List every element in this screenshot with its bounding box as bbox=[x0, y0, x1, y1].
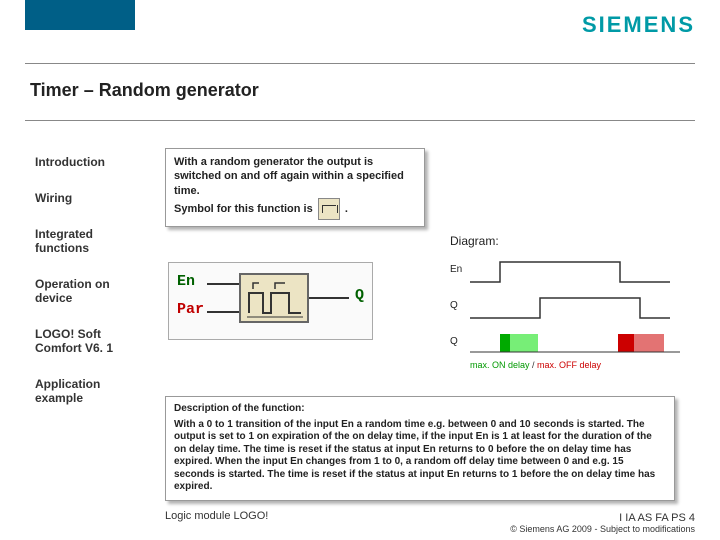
intro-text-line1: With a random generator the output is sw… bbox=[174, 155, 416, 198]
divider-top bbox=[25, 63, 695, 64]
footer-code: I IA AS FA PS 4 bbox=[510, 512, 695, 524]
random-generator-symbol-icon bbox=[318, 198, 340, 220]
random-generator-block-icon bbox=[239, 273, 309, 323]
sidebar: Introduction Wiring Integrated functions… bbox=[35, 155, 150, 405]
sidebar-item-wiring[interactable]: Wiring bbox=[35, 191, 150, 205]
header-accent-block bbox=[25, 0, 135, 30]
timing-row-q2: Q bbox=[450, 326, 680, 356]
description-body: With a 0 to 1 transition of the input En… bbox=[174, 419, 655, 493]
timing-en-waveform bbox=[470, 254, 670, 290]
footer-right: I IA AS FA PS 4 © Siemens AG 2009 - Subj… bbox=[510, 512, 695, 534]
description-callout: Description of the function: With a 0 to… bbox=[165, 396, 675, 501]
timing-q1-label: Q bbox=[450, 300, 458, 311]
fb-wire-en bbox=[207, 283, 239, 285]
timing-diagram: En Q Q max. ON delay / max. OFF delay bbox=[450, 254, 680, 370]
description-heading: Description of the function: bbox=[174, 403, 666, 416]
intro-callout: With a random generator the output is sw… bbox=[165, 148, 425, 227]
timing-q2-label: Q bbox=[450, 336, 458, 347]
footer-left: Logic module LOGO! bbox=[165, 510, 268, 522]
function-block-diagram: En Par Q bbox=[168, 262, 373, 340]
footer-copyright: © Siemens AG 2009 - Subject to modificat… bbox=[510, 524, 695, 534]
fb-input-par-label: Par bbox=[177, 301, 204, 318]
random-waveform-icon bbox=[241, 275, 311, 325]
timing-en-label: En bbox=[450, 264, 462, 275]
fb-output-q-label: Q bbox=[355, 287, 364, 304]
sidebar-item-application-example[interactable]: Application example bbox=[35, 377, 150, 405]
fb-wire-par bbox=[207, 311, 239, 313]
sidebar-item-introduction[interactable]: Introduction bbox=[35, 155, 150, 169]
timing-row-q1: Q bbox=[450, 290, 680, 326]
fb-wire-q bbox=[309, 297, 349, 299]
brand-logo: SIEMENS bbox=[582, 12, 695, 38]
sidebar-item-integrated-functions[interactable]: Integrated functions bbox=[35, 227, 150, 255]
page-title: Timer – Random generator bbox=[30, 80, 259, 101]
fb-input-en-label: En bbox=[177, 273, 195, 290]
timing-row-en: En bbox=[450, 254, 680, 290]
timing-q1-waveform bbox=[470, 290, 670, 326]
legend-sep: / bbox=[530, 360, 538, 370]
divider-under-title bbox=[25, 120, 695, 121]
sidebar-item-logo-soft-comfort[interactable]: LOGO! Soft Comfort V6. 1 bbox=[35, 327, 150, 355]
legend-on-delay: max. ON delay bbox=[470, 360, 530, 370]
sidebar-item-operation-on-device[interactable]: Operation on device bbox=[35, 277, 150, 305]
diagram-label: Diagram: bbox=[450, 234, 499, 248]
intro-text-line2b: . bbox=[345, 203, 348, 215]
timing-legend: max. ON delay / max. OFF delay bbox=[450, 360, 680, 370]
timing-q2-baseline bbox=[470, 326, 690, 356]
intro-text-line2a: Symbol for this function is bbox=[174, 203, 313, 215]
intro-text-line2: Symbol for this function is . bbox=[174, 198, 416, 220]
legend-off-delay: max. OFF delay bbox=[537, 360, 601, 370]
